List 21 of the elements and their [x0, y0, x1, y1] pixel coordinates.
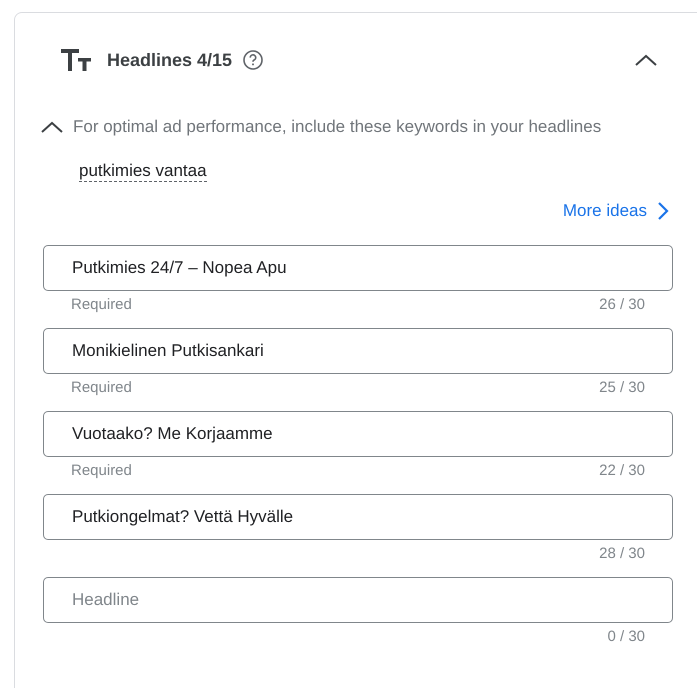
required-label: Required: [71, 379, 132, 397]
collapse-chevron-icon[interactable]: [633, 52, 659, 68]
headline-field[interactable]: Monikielinen Putkisankari: [43, 328, 673, 374]
help-icon[interactable]: [242, 49, 264, 71]
collapse-chevron-icon[interactable]: [39, 120, 65, 134]
character-counter: 28 / 30: [599, 545, 645, 563]
chevron-right-icon: [657, 201, 669, 221]
keywords-hint: For optimal ad performance, include these keywords in your headlines: [73, 116, 602, 138]
headline-field[interactable]: Putkimies 24/7 – Nopea Apu: [43, 245, 673, 291]
character-counter: 22 / 30: [599, 462, 645, 480]
headline-field[interactable]: Putkiongelmat? Vettä Hyvälle: [43, 494, 673, 540]
required-label: Required: [71, 296, 132, 314]
character-counter: 26 / 30: [599, 296, 645, 314]
character-counter: 0 / 30: [607, 628, 645, 646]
character-counter: 25 / 30: [599, 379, 645, 397]
headline-field[interactable]: Vuotaako? Me Korjaamme: [43, 411, 673, 457]
keyword-link[interactable]: putkimies vantaa: [79, 161, 207, 182]
more-ideas-link[interactable]: More ideas: [562, 201, 669, 221]
required-label: Required: [71, 462, 132, 480]
section-title: Headlines 4/15: [107, 50, 232, 70]
headline-field[interactable]: Headline: [43, 577, 673, 623]
